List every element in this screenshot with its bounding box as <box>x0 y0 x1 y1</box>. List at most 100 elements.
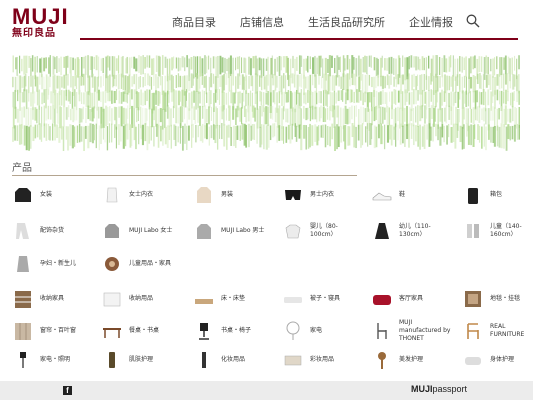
category-item[interactable]: 儿童用品・家具 <box>101 252 171 276</box>
category-label: 男士内衣 <box>310 191 335 198</box>
hairbrush-icon <box>371 349 393 371</box>
category-label: 箱包 <box>490 191 503 198</box>
category-item[interactable]: 彩妆用品 <box>282 348 334 372</box>
category-item[interactable]: 床・床垫 <box>193 287 245 311</box>
category-label: 餐桌・书桌 <box>129 327 160 334</box>
baby-clothes-icon <box>282 220 304 242</box>
category-item[interactable]: 身体护理 <box>462 348 514 372</box>
toy-icon <box>101 253 123 275</box>
category-label: MUJI manufactured by THONET <box>399 319 451 342</box>
category-item[interactable]: 女装 <box>12 183 52 207</box>
makeup-icon <box>282 349 304 371</box>
category-item[interactable]: REAL FURNITURE <box>462 319 524 343</box>
curtain-icon <box>12 320 34 342</box>
category-item[interactable]: MUJI Labo 男士 <box>193 219 264 243</box>
category-label: REAL FURNITURE <box>490 323 525 338</box>
muji-passport-link[interactable]: MUJIpassport <box>411 384 467 394</box>
category-item[interactable]: 儿童（140- 160cm） <box>462 219 522 243</box>
skincare-icon <box>101 349 123 371</box>
kids-socks-icon <box>462 220 484 242</box>
category-item[interactable]: 美发护理 <box>371 348 423 372</box>
thonet-chair-icon <box>371 320 393 342</box>
category-item[interactable]: 收纳用品 <box>101 287 153 311</box>
bedding-icon <box>282 288 304 310</box>
category-label: 肌肤护理 <box>129 356 154 363</box>
bed-icon <box>193 288 215 310</box>
category-item[interactable]: 化妆用品 <box>193 348 245 372</box>
nav-item-catalog[interactable]: 商品目录 <box>172 14 216 30</box>
category-item[interactable]: 肌肤护理 <box>101 348 153 372</box>
category-label: 身体护理 <box>490 356 515 363</box>
table-icon <box>101 320 123 342</box>
category-label: 化妆用品 <box>221 356 246 363</box>
category-label: 配饰杂货 <box>40 227 65 234</box>
category-label: 美发护理 <box>399 356 424 363</box>
site-footer: f MUJIpassport <box>0 381 533 400</box>
category-item[interactable]: 窗帘・百叶窗 <box>12 319 76 343</box>
category-label: 儿童用品・家具 <box>129 260 172 267</box>
category-label: 女士内衣 <box>129 191 154 198</box>
category-label: MUJI Labo 男士 <box>221 227 265 234</box>
logo-sub: 無印良品 <box>12 28 56 39</box>
shelf-icon <box>12 288 34 310</box>
maternity-icon <box>12 253 34 275</box>
category-item[interactable]: 家电・照明 <box>12 348 70 372</box>
category-label: 收纳家具 <box>40 295 65 302</box>
category-item[interactable]: 餐桌・书桌 <box>101 319 159 343</box>
muji-logo[interactable]: MUJI 無印良品 <box>12 6 74 40</box>
category-item[interactable]: 婴儿（80- 100cm） <box>282 219 338 243</box>
category-row: 孕妇・新生儿 儿童用品・家具 <box>12 252 522 276</box>
category-label: 幼儿（110- 130cm） <box>399 223 431 238</box>
chair-icon <box>193 320 215 342</box>
category-item[interactable]: 家电 <box>282 319 322 343</box>
category-row: 家电・照明 肌肤护理 化妆用品 彩妆用品 美发护理 身体护理 <box>12 348 522 372</box>
labo-men-icon <box>193 220 215 242</box>
category-label: 婴儿（80- 100cm） <box>310 223 338 238</box>
category-label: 男装 <box>221 191 234 198</box>
category-label: 女装 <box>40 191 53 198</box>
category-row: 配饰杂货 MUJI Labo 女士 MUJI Labo 男士 婴儿（80- 100cm… <box>12 219 522 243</box>
category-item[interactable]: 箱包 <box>462 183 502 207</box>
camisole-icon <box>101 184 123 206</box>
search-icon[interactable] <box>466 14 480 28</box>
cosmetics-icon <box>193 349 215 371</box>
category-item[interactable]: 男士内衣 <box>282 183 334 207</box>
category-item[interactable]: 鞋 <box>371 183 405 207</box>
category-label: 孕妇・新生儿 <box>40 260 77 267</box>
category-item[interactable]: MUJI manufactured by THONET <box>371 319 450 343</box>
category-item[interactable]: 幼儿（110- 130cm） <box>371 219 431 243</box>
nav-item-lab[interactable]: 生活良品研究所 <box>308 14 385 30</box>
category-item[interactable]: MUJI Labo 女士 <box>101 219 172 243</box>
category-item[interactable]: 男装 <box>193 183 233 207</box>
nav-item-company[interactable]: 企业情报 <box>409 14 453 30</box>
category-item[interactable]: 书桌・椅子 <box>193 319 251 343</box>
category-item[interactable]: 女士内衣 <box>101 183 153 207</box>
category-item[interactable]: 客厅家具 <box>371 287 423 311</box>
labo-women-icon <box>101 220 123 242</box>
category-item[interactable]: 孕妇・新生儿 <box>12 252 76 276</box>
storage-box-icon <box>101 288 123 310</box>
category-label: 床・床垫 <box>221 295 246 302</box>
category-label: 书桌・椅子 <box>221 327 252 334</box>
passport-brand: MUJI <box>411 384 433 394</box>
category-item[interactable]: 收纳家具 <box>12 287 64 311</box>
category-item[interactable]: 被子・寝具 <box>282 287 340 311</box>
bodycare-icon <box>462 349 484 371</box>
category-row: 窗帘・百叶窗 餐桌・书桌 书桌・椅子 家电 MUJI manufactured by T… <box>12 319 524 343</box>
facebook-icon[interactable]: f <box>63 386 72 395</box>
category-item[interactable]: 地毯・挂毯 <box>462 287 520 311</box>
category-label: 客厅家具 <box>399 295 424 302</box>
category-row: 女装 女士内衣 男装 男士内衣 鞋 箱包 <box>12 183 522 207</box>
scarf-icon <box>12 220 34 242</box>
category-row: 收纳家具 收纳用品 床・床垫 被子・寝具 客厅家具 地毯・挂毯 <box>12 287 522 311</box>
category-label: 家电・照明 <box>40 356 71 363</box>
main-nav: 商品目录 店铺信息 生活良品研究所 企业情报 <box>172 14 477 30</box>
category-item[interactable]: 配饰杂货 <box>12 219 64 243</box>
shirt-icon <box>193 184 215 206</box>
rug-icon <box>462 288 484 310</box>
sneaker-icon <box>371 184 393 206</box>
nav-item-stores[interactable]: 店铺信息 <box>240 14 284 30</box>
hero-banner-watercolor <box>12 55 520 151</box>
category-label: MUJI Labo 女士 <box>129 227 173 234</box>
category-label: 儿童（140- 160cm） <box>490 223 522 238</box>
